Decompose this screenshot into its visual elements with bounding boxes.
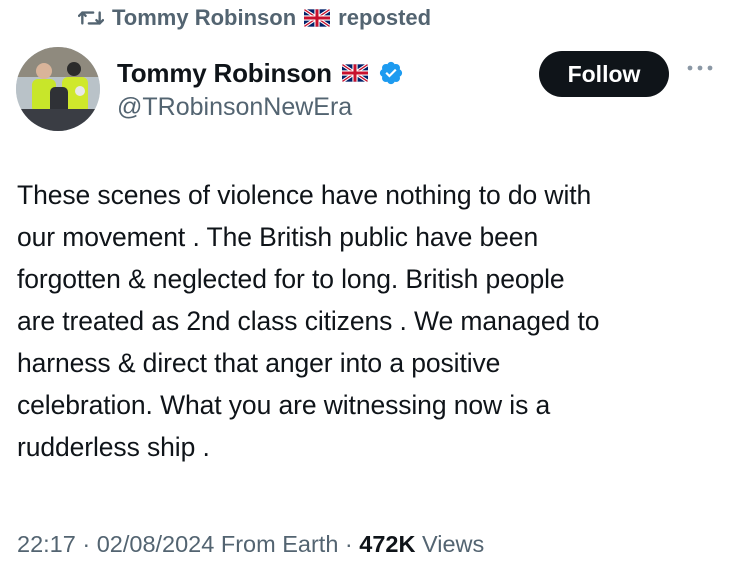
- repost-label: reposted: [338, 5, 432, 30]
- follow-button[interactable]: Follow: [539, 51, 669, 97]
- tweet-date[interactable]: 02/08/2024: [97, 531, 215, 557]
- tweet-meta: 22:17 · 02/08/2024 From Earth · 472K Vie…: [17, 531, 484, 558]
- meta-separator: ·: [344, 531, 353, 557]
- meta-separator: ·: [82, 531, 91, 557]
- tweet-time[interactable]: 22:17: [17, 531, 76, 557]
- repost-user-name[interactable]: Tommy Robinson: [112, 5, 296, 31]
- author-handle[interactable]: @TRobinsonNewEra: [117, 93, 404, 122]
- author-name-row: Tommy Robinson: [117, 56, 404, 90]
- uk-flag-icon: [304, 9, 331, 27]
- more-options-icon[interactable]: [686, 62, 714, 74]
- author-info: Tommy Robinson @TRobinsonNewEra: [117, 56, 404, 122]
- verified-badge-icon: [378, 60, 404, 86]
- uk-flag-icon: [341, 64, 368, 82]
- tweet-text: These scenes of violence have nothing to…: [17, 180, 600, 462]
- repost-icon: [78, 7, 104, 29]
- views-count[interactable]: 472K: [359, 531, 415, 557]
- avatar[interactable]: [16, 47, 100, 131]
- views-label: Views: [422, 531, 485, 557]
- tweet-location: From Earth: [220, 531, 339, 557]
- author-display-name[interactable]: Tommy Robinson: [117, 58, 332, 89]
- repost-header[interactable]: Tommy Robinson reposted: [78, 5, 431, 31]
